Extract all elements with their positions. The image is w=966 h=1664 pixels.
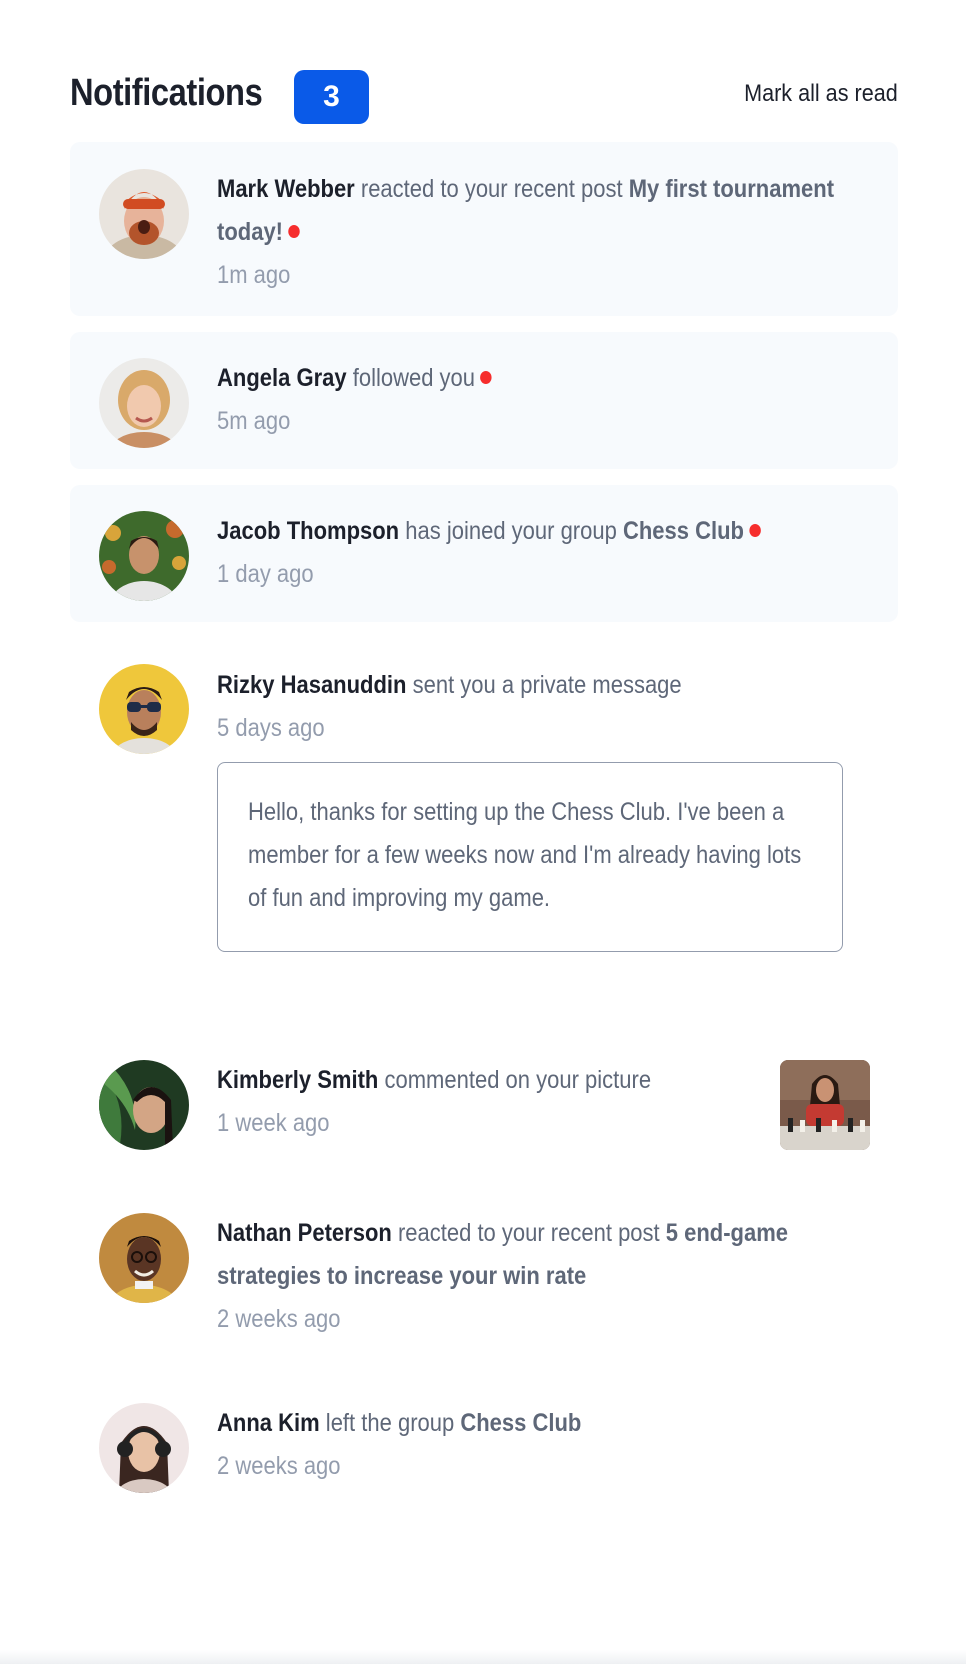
user-name[interactable]: Kimberly Smith — [217, 1066, 378, 1094]
avatar[interactable] — [99, 169, 189, 259]
notification-item[interactable]: Jacob Thompson has joined your group Che… — [70, 485, 898, 622]
avatar[interactable] — [99, 1403, 189, 1493]
notification-content: Nathan Peterson reacted to your recent p… — [217, 1212, 858, 1341]
timestamp: 5m ago — [217, 407, 291, 435]
unread-count-badge: 3 — [294, 70, 369, 124]
user-name[interactable]: Jacob Thompson — [217, 517, 399, 545]
notification-action: reacted to your recent post — [360, 175, 623, 203]
mark-all-as-read-link[interactable]: Mark all as read — [744, 80, 898, 108]
timestamp: 2 weeks ago — [217, 1305, 341, 1333]
notification-content: Kimberly Smith commented on your picture… — [217, 1059, 748, 1145]
group-link[interactable]: Chess Club — [623, 517, 744, 545]
avatar[interactable] — [99, 1060, 189, 1150]
notification-item[interactable]: Angela Gray followed you 5m ago — [70, 332, 898, 469]
notification-action: followed you — [352, 364, 476, 392]
unread-dot — [288, 225, 300, 238]
group-link[interactable]: Chess Club — [460, 1409, 581, 1437]
avatar[interactable] — [99, 1213, 189, 1303]
message-line: Hello, thanks for setting up the Chess C… — [248, 798, 785, 826]
chess-picture-thumbnail[interactable] — [780, 1060, 870, 1150]
notification-action: left the group — [325, 1409, 455, 1437]
user-name[interactable]: Nathan Peterson — [217, 1219, 392, 1247]
avatar[interactable] — [99, 664, 189, 754]
notification-action: sent you a private message — [412, 671, 682, 699]
unread-dot — [749, 524, 761, 537]
notification-item[interactable]: Anna Kim left the group Chess Club 2 wee… — [70, 1377, 898, 1514]
avatar[interactable] — [99, 358, 189, 448]
timestamp: 2 weeks ago — [217, 1452, 341, 1480]
bottom-edge-shadow — [0, 1650, 966, 1664]
notification-item[interactable]: Rizky Hasanuddin sent you a private mess… — [70, 638, 898, 1018]
user-name[interactable]: Anna Kim — [217, 1409, 320, 1437]
private-message-preview[interactable]: Hello, thanks for setting up the Chess C… — [217, 762, 843, 952]
notification-action: reacted to your recent post — [397, 1219, 660, 1247]
message-line: of fun and improving my game. — [248, 884, 551, 912]
user-name[interactable]: Mark Webber — [217, 175, 355, 203]
notification-content: Anna Kim left the group Chess Club 2 wee… — [217, 1402, 858, 1488]
page-title: Notifications — [70, 72, 263, 114]
notification-content: Mark Webber reacted to your recent post … — [217, 168, 858, 297]
timestamp: 1 day ago — [217, 560, 314, 588]
notification-content: Angela Gray followed you 5m ago — [217, 357, 858, 443]
timestamp: 1 week ago — [217, 1109, 330, 1137]
timestamp: 1m ago — [217, 261, 291, 289]
notification-action: commented on your picture — [384, 1066, 652, 1094]
notification-item[interactable]: Kimberly Smith commented on your picture… — [70, 1034, 898, 1171]
unread-dot — [480, 371, 492, 384]
notification-item[interactable]: Mark Webber reacted to your recent post … — [70, 142, 898, 316]
user-name[interactable]: Rizky Hasanuddin — [217, 671, 406, 699]
timestamp: 5 days ago — [217, 714, 325, 742]
notification-item[interactable]: Nathan Peterson reacted to your recent p… — [70, 1187, 898, 1361]
notification-content: Jacob Thompson has joined your group Che… — [217, 510, 858, 596]
notifications-panel: Notifications 3 Mark all as read Mark We… — [70, 0, 898, 1530]
notification-action: has joined your group — [405, 517, 617, 545]
message-line: member for a few weeks now and I'm alrea… — [248, 841, 802, 869]
user-name[interactable]: Angela Gray — [217, 364, 347, 392]
notifications-header: Notifications 3 Mark all as read — [70, 0, 898, 142]
avatar[interactable] — [99, 511, 189, 601]
notification-content: Rizky Hasanuddin sent you a private mess… — [217, 664, 858, 750]
